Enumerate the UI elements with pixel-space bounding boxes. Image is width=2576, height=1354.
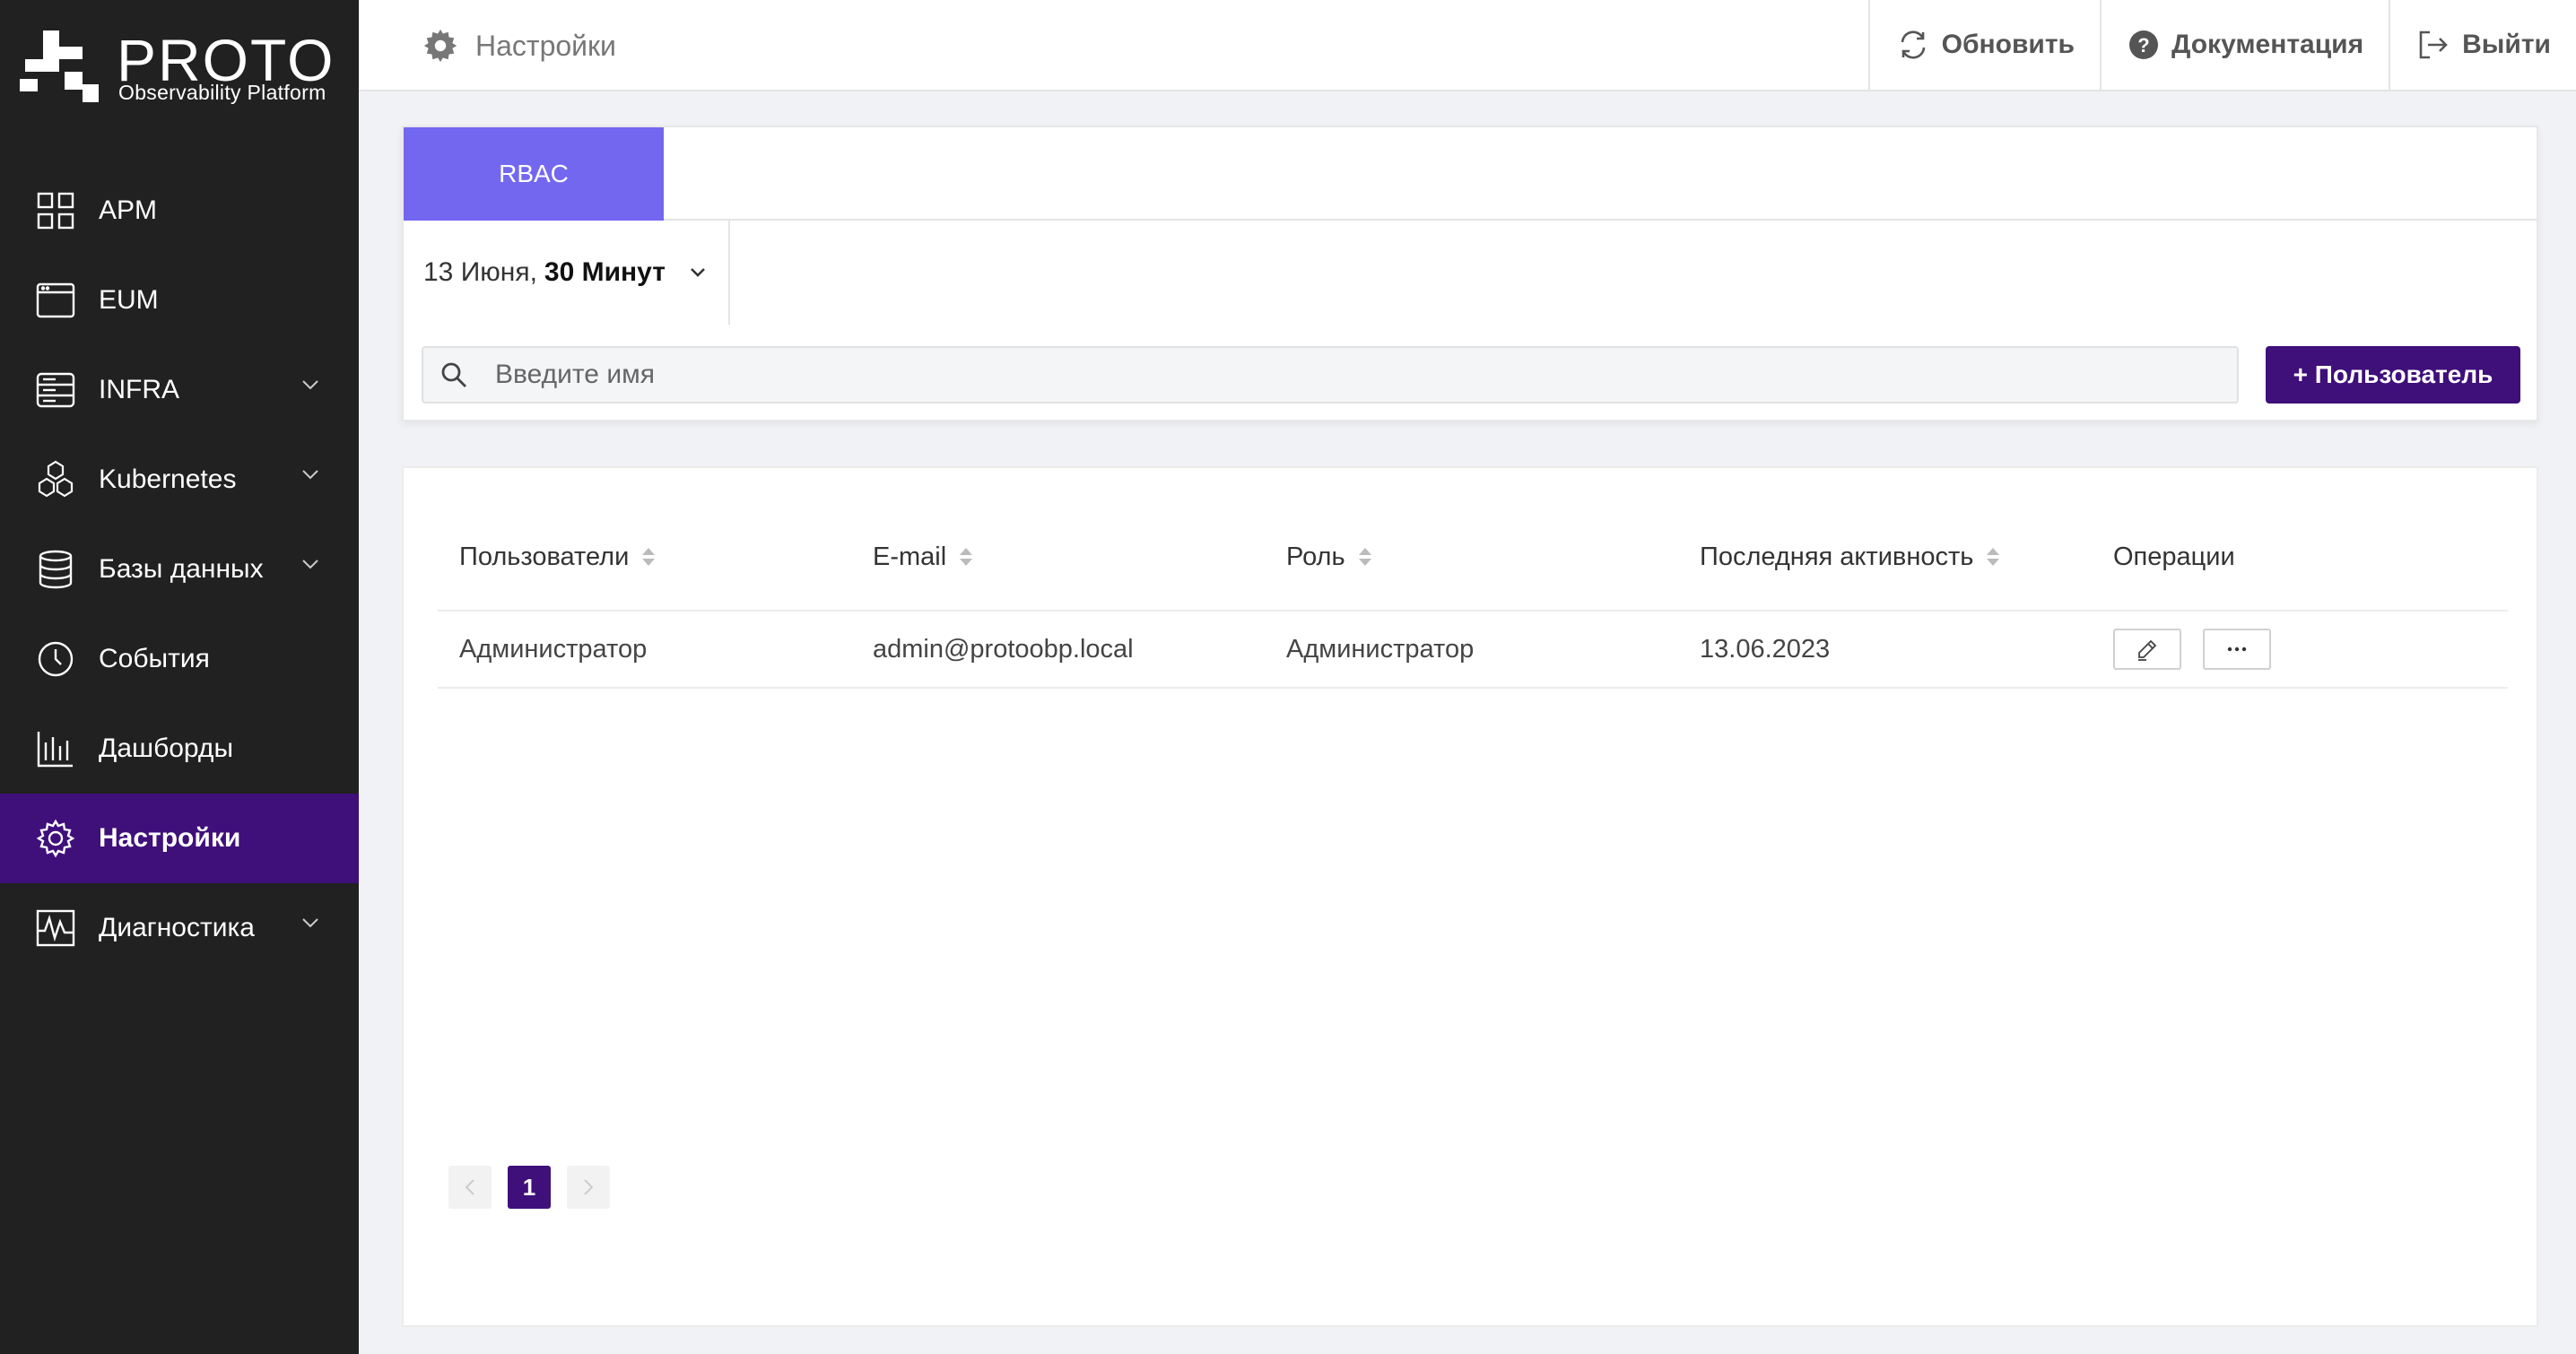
column-header-label: Пользователи — [459, 542, 630, 571]
top-header: Настройки Обновить ? Документация Выйти — [359, 0, 2576, 91]
date-range-picker[interactable]: 13 Июня, 30 Минут — [404, 221, 730, 325]
column-header-last-activity[interactable]: Последняя активность — [1678, 542, 2092, 572]
documentation-button[interactable]: ? Документация — [2099, 0, 2389, 90]
bar-chart-icon — [36, 729, 75, 768]
hexagons-icon — [36, 460, 75, 499]
gear-icon — [423, 29, 457, 63]
column-header-label: Роль — [1286, 542, 1345, 571]
sidebar-item-label: Диагностика — [99, 913, 255, 942]
brand-subtitle: Observability Platform — [118, 81, 326, 104]
table-header: Пользователи E-mail Роль Последняя актив… — [438, 504, 2508, 612]
filter-card: RBAC 13 Июня, 30 Минут + Пользователь — [402, 126, 2538, 421]
chevron-down-icon — [302, 560, 318, 569]
logout-label: Выйти — [2462, 30, 2551, 59]
sort-icon — [960, 548, 973, 566]
column-header-email[interactable]: E-mail — [851, 542, 1265, 572]
cell-user: Администратор — [459, 634, 648, 664]
sort-icon — [1358, 548, 1371, 566]
more-actions-button[interactable] — [2203, 629, 2271, 670]
sidebar-item-label: APM — [99, 195, 158, 225]
column-header-label: E-mail — [873, 542, 947, 571]
next-page-button[interactable] — [567, 1166, 610, 1209]
sort-icon — [642, 548, 656, 566]
edit-user-button[interactable] — [2113, 629, 2181, 670]
sidebar-item-label: EUM — [99, 285, 159, 315]
chevron-left-icon — [465, 1179, 474, 1195]
logo[interactable]: PROTO Observability Platform — [20, 27, 343, 108]
browser-window-icon — [36, 281, 75, 320]
more-dots-icon — [2227, 647, 2247, 652]
logout-button[interactable]: Выйти — [2389, 0, 2576, 90]
header-actions: Обновить ? Документация Выйти — [1867, 0, 2576, 90]
server-icon — [36, 370, 75, 410]
search-input[interactable] — [495, 360, 2199, 390]
sidebar: PROTO Observability Platform APM EUM INF… — [0, 0, 359, 1354]
chevron-right-icon — [584, 1179, 594, 1195]
pagination: 1 — [448, 1166, 626, 1209]
svg-text:?: ? — [2137, 34, 2149, 56]
sidebar-item-label: Базы данных — [99, 554, 264, 584]
chevron-down-icon — [302, 470, 318, 480]
sidebar-item-settings[interactable]: Настройки — [0, 794, 359, 883]
activity-icon — [36, 908, 75, 948]
pencil-icon — [2138, 639, 2157, 661]
chevron-down-icon — [691, 268, 705, 277]
column-header-role[interactable]: Роль — [1265, 542, 1678, 572]
column-header-label: Операции — [2113, 542, 2235, 571]
search-icon — [441, 362, 466, 387]
sidebar-item-eum[interactable]: EUM — [0, 256, 359, 345]
refresh-label: Обновить — [1941, 30, 2075, 59]
refresh-icon — [1901, 30, 1925, 59]
cell-email: admin@protoobp.local — [873, 634, 1134, 664]
refresh-button[interactable]: Обновить — [1867, 0, 2100, 90]
column-header-operations: Операции — [2092, 542, 2508, 572]
range-label: 30 Минут — [544, 257, 666, 287]
users-table-card: Пользователи E-mail Роль Последняя актив… — [402, 466, 2538, 1327]
page-title-label: Настройки — [475, 29, 616, 62]
sidebar-item-apm[interactable]: APM — [0, 166, 359, 256]
logout-icon — [2419, 30, 2448, 59]
cell-last-activity: 13.06.2023 — [1700, 634, 1831, 664]
sidebar-item-dashboards[interactable]: Дашборды — [0, 704, 359, 794]
grid-icon — [36, 191, 75, 230]
chevron-down-icon — [302, 380, 318, 390]
sidebar-item-label: События — [99, 644, 210, 673]
gear-icon — [36, 819, 75, 858]
prev-page-button[interactable] — [448, 1166, 492, 1209]
chevron-down-icon — [302, 918, 318, 928]
page-title: Настройки — [422, 25, 616, 66]
proto-logo-icon — [20, 30, 99, 102]
sort-icon — [1987, 548, 2000, 566]
documentation-label: Документация — [2171, 30, 2364, 59]
cell-role: Администратор — [1286, 634, 1475, 664]
sidebar-item-databases[interactable]: Базы данных — [0, 525, 359, 614]
date-label: 13 Июня, — [423, 257, 537, 287]
sidebar-item-label: Kubernetes — [99, 464, 237, 494]
tab-bar: RBAC — [404, 127, 2537, 221]
tab-rbac[interactable]: RBAC — [404, 127, 664, 221]
sidebar-nav: APM EUM INFRA Kubernetes Базы данных Соб… — [0, 166, 359, 973]
question-circle-icon: ? — [2128, 30, 2158, 59]
sidebar-item-events[interactable]: События — [0, 614, 359, 704]
sidebar-item-infra[interactable]: INFRA — [0, 345, 359, 435]
sidebar-item-label: Настройки — [99, 823, 241, 853]
database-icon — [36, 550, 75, 589]
sidebar-item-label: Дашборды — [99, 733, 233, 763]
sidebar-item-kubernetes[interactable]: Kubernetes — [0, 435, 359, 525]
column-header-users[interactable]: Пользователи — [438, 542, 851, 572]
clock-icon — [36, 639, 75, 679]
column-header-label: Последняя активность — [1700, 542, 1974, 571]
page-button-current[interactable]: 1 — [508, 1166, 551, 1209]
search-box — [422, 346, 2239, 404]
sidebar-item-diagnostics[interactable]: Диагностика — [0, 883, 359, 973]
table-row: Администратор admin@protoobp.local Админ… — [438, 612, 2508, 689]
add-user-button[interactable]: + Пользователь — [2266, 346, 2520, 404]
cell-operations — [2092, 629, 2508, 670]
users-table: Пользователи E-mail Роль Последняя актив… — [438, 504, 2508, 689]
sidebar-item-label: INFRA — [99, 375, 179, 404]
